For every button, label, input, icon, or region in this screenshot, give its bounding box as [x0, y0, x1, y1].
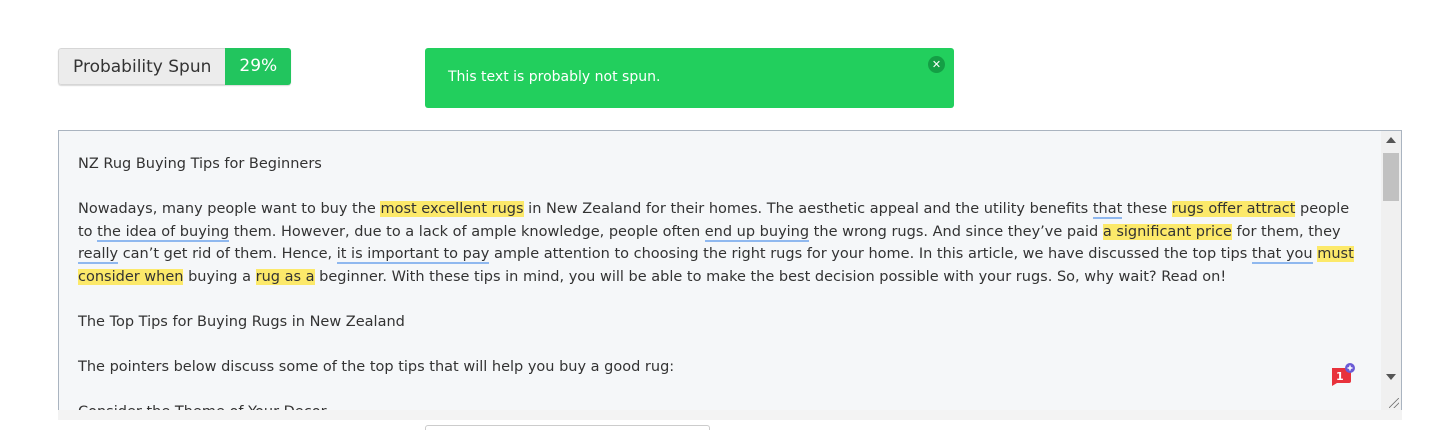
article-title: NZ Rug Buying Tips for Beginners [78, 156, 322, 172]
close-icon[interactable]: ✕ [928, 56, 945, 73]
grammar-badge-icon[interactable]: 1 [1329, 363, 1355, 387]
text-editor[interactable]: NZ Rug Buying Tips for Beginners Nowaday… [58, 130, 1402, 411]
paragraph-intro: Nowadays, many people want to buy the mo… [78, 201, 1354, 285]
scroll-up-arrow-icon[interactable] [1386, 137, 1396, 143]
section-heading: The Top Tips for Buying Rugs in New Zeal… [78, 313, 405, 330]
scroll-down-arrow-icon[interactable] [1386, 374, 1396, 380]
probability-spun-badge: Probability Spun 29% [58, 48, 292, 85]
result-alert: This text is probably not spun. ✕ [425, 48, 954, 108]
scroll-thumb[interactable] [1383, 153, 1399, 201]
spin-underline: that [1092, 201, 1123, 219]
probability-value: 29% [225, 48, 292, 85]
spin-underline: end up buying [704, 223, 810, 242]
probability-label: Probability Spun [58, 48, 226, 85]
resize-handle-icon[interactable] [1389, 398, 1399, 408]
alert-message: This text is probably not spun. [448, 69, 661, 85]
paragraph-pointers: The pointers below discuss some of the t… [78, 358, 675, 375]
spin-underline: it is important to pay [336, 246, 490, 264]
spin-underline: really [78, 246, 119, 264]
spin-underline: that you [1251, 246, 1313, 264]
spin-underline: the idea of buying [97, 223, 230, 242]
spin-highlight: most excellent rugs [380, 201, 524, 217]
editor-footer [58, 410, 1402, 420]
spin-highlight: rug as a [255, 268, 315, 285]
svg-text:1: 1 [1336, 370, 1344, 383]
spin-highlight: rugs offer attract [1171, 201, 1296, 217]
editor-content[interactable]: NZ Rug Buying Tips for Beginners Nowaday… [78, 153, 1363, 410]
vertical-scrollbar[interactable] [1381, 131, 1401, 410]
spin-highlight: a significant price [1102, 223, 1232, 240]
